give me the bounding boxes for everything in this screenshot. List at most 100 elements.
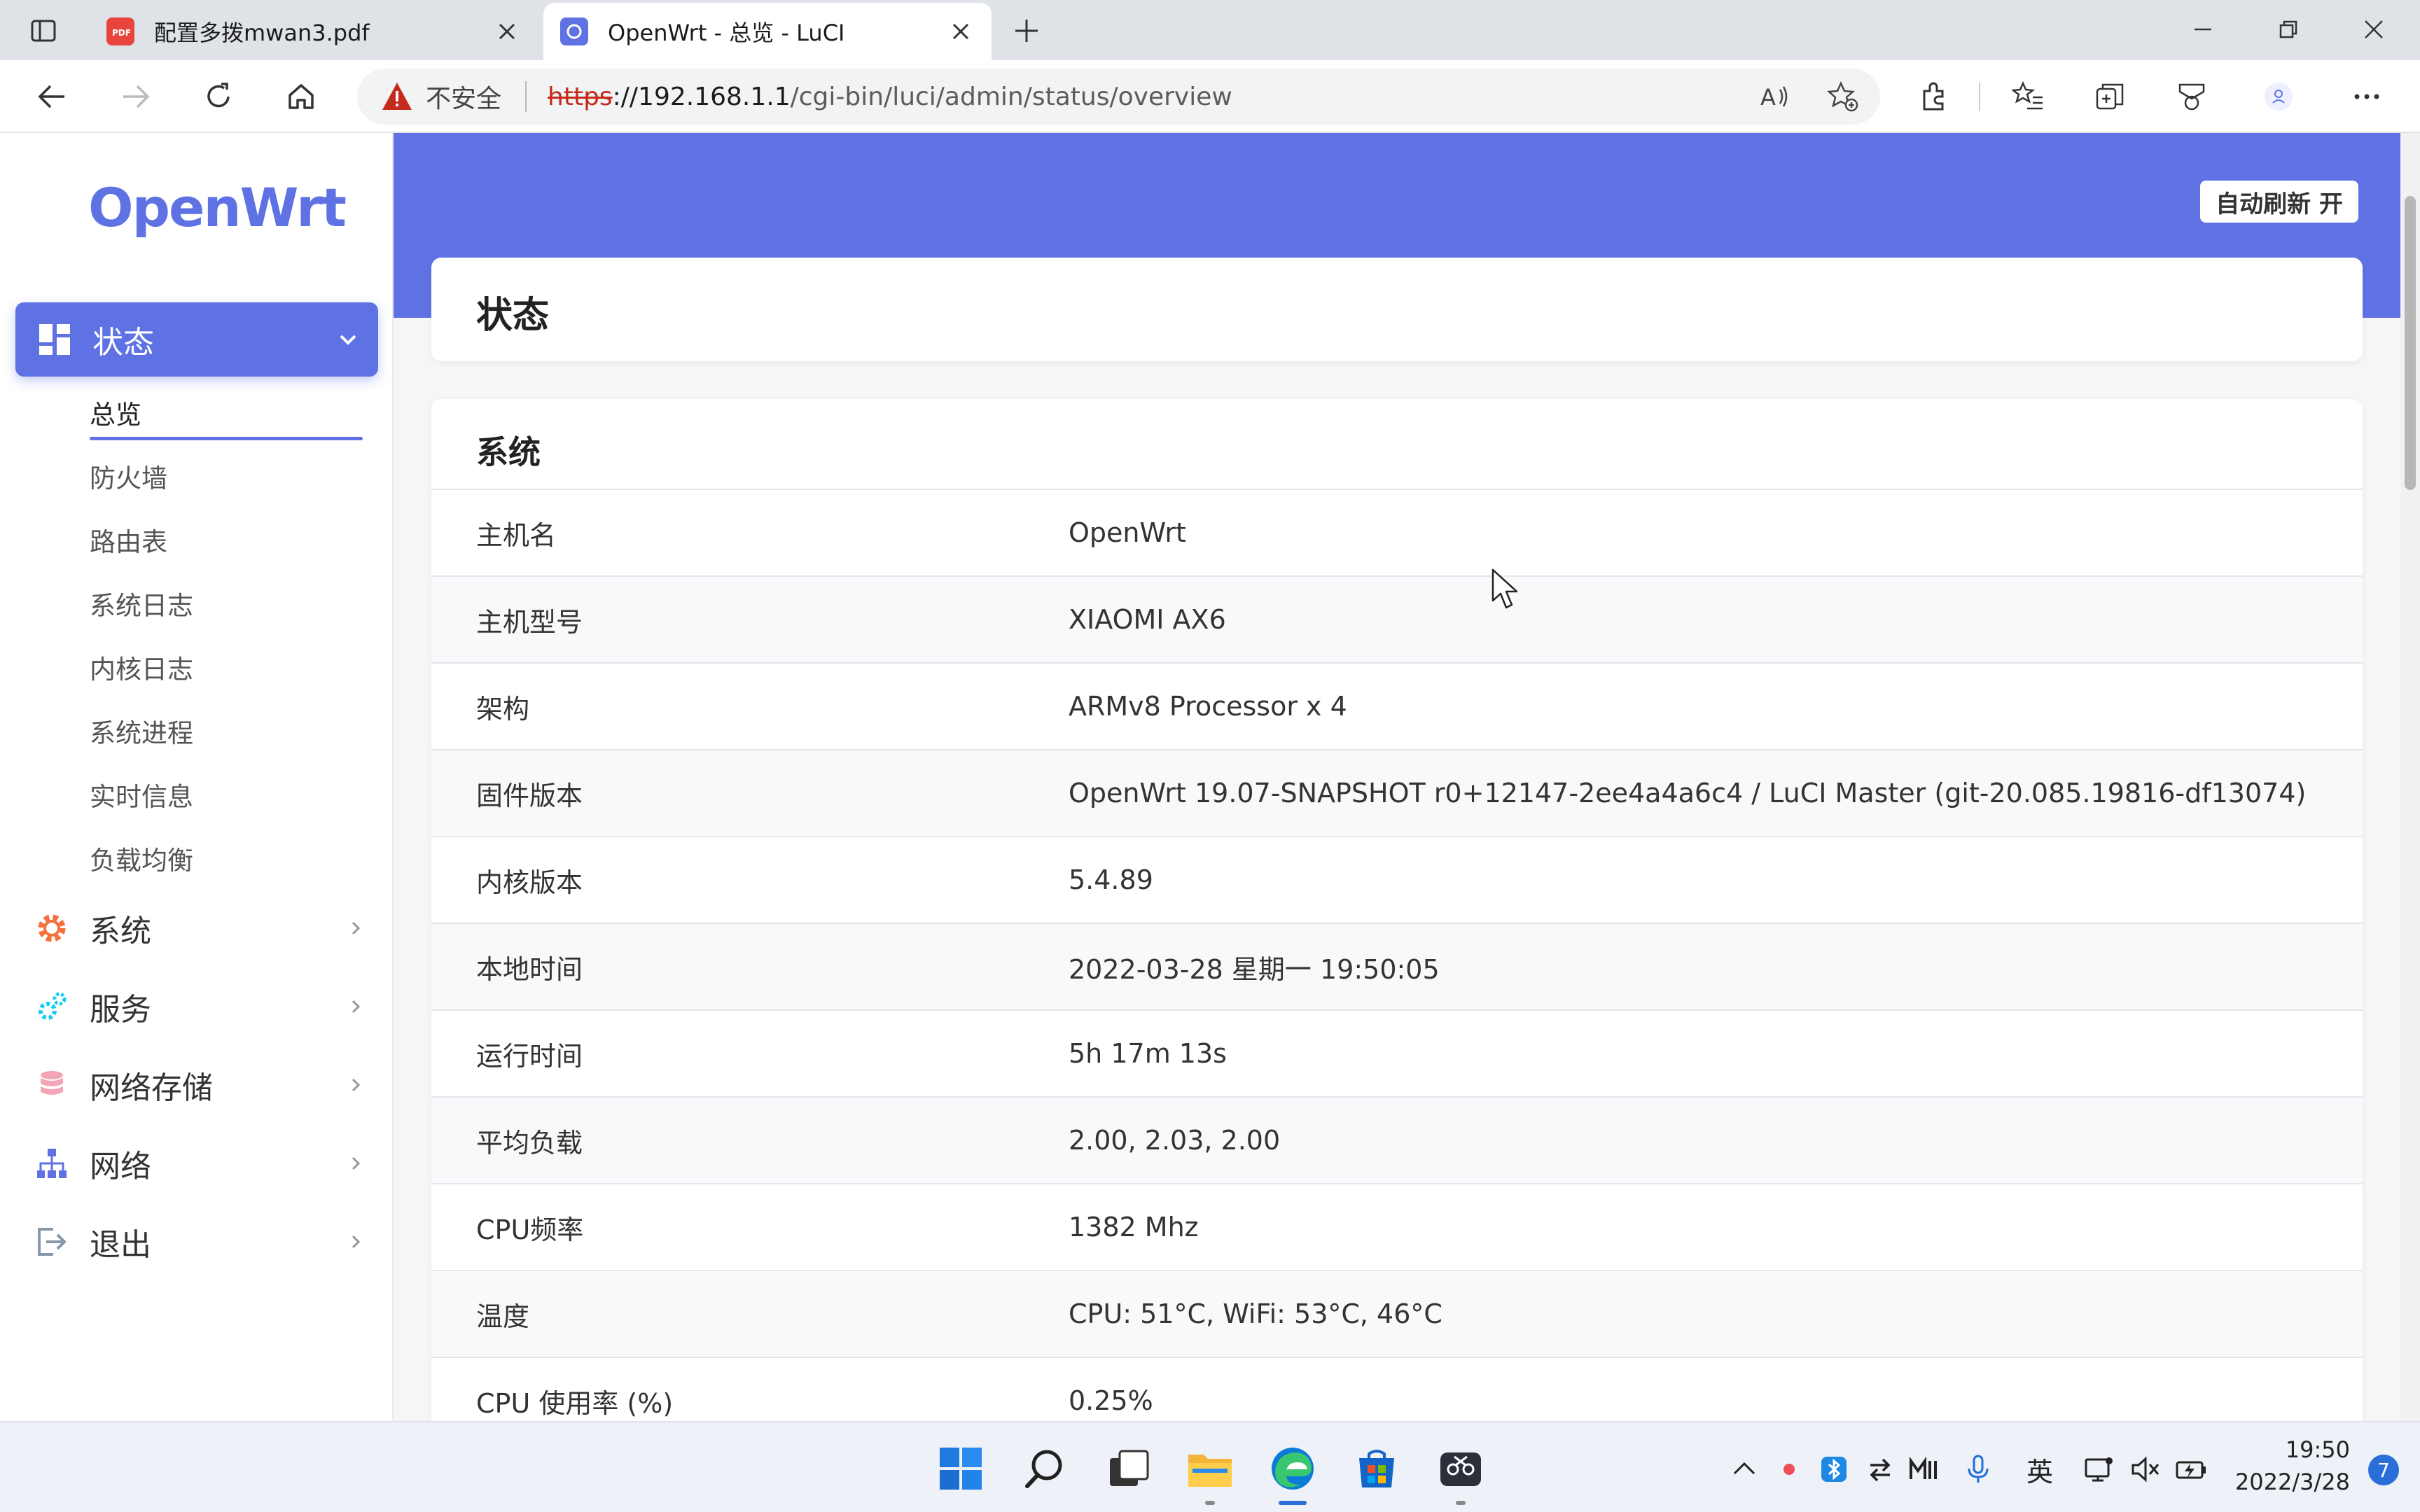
toolbar-divider xyxy=(1979,83,1980,111)
table-row: 架构 ARMv8 Processor x 4 xyxy=(431,662,2363,749)
more-options-icon[interactable] xyxy=(2346,76,2388,118)
collections-icon[interactable] xyxy=(2089,76,2132,118)
extensions-icon[interactable] xyxy=(1913,76,1955,118)
volume-muted-icon[interactable] xyxy=(2127,1452,2162,1487)
bluetooth-icon[interactable] xyxy=(1816,1452,1851,1487)
profile-avatar-icon[interactable] xyxy=(2258,76,2300,118)
window-close-icon[interactable] xyxy=(2339,8,2409,50)
svg-text:A: A xyxy=(1760,84,1776,111)
submenu-load-balancing[interactable]: 负载均衡 xyxy=(90,839,193,877)
minimize-icon[interactable] xyxy=(2168,8,2238,50)
sidebar: OpenWrt 状态 总览 防火墙 路由表 系统日志 内核日志 系统进程 实时信… xyxy=(0,133,394,1421)
notification-badge[interactable]: 7 xyxy=(2368,1455,2399,1485)
new-tab-icon[interactable] xyxy=(1006,10,1048,52)
tab-actions-icon[interactable] xyxy=(22,10,64,52)
active-indicator xyxy=(90,437,363,440)
table-row: 温度 CPU: 51°C, WiFi: 53°C, 46°C xyxy=(431,1270,2363,1357)
database-icon xyxy=(41,1071,63,1095)
system-table: 主机名 OpenWrt 主机型号 XIAOMI AX6 架构 ARMv8 Proces… xyxy=(431,489,2363,1421)
table-row: 主机名 OpenWrt xyxy=(431,489,2363,575)
system-clock[interactable]: 19:50 2022/3/28 xyxy=(2235,1436,2350,1495)
row-value: XIAOMI AX6 xyxy=(1069,604,1226,635)
openwrt-logo[interactable]: OpenWrt xyxy=(88,176,347,239)
submenu-overview[interactable]: 总览 xyxy=(90,393,141,431)
mouse-cursor-icon xyxy=(1491,568,1518,609)
windows-start-icon[interactable] xyxy=(934,1442,987,1495)
sidebar-menu-nas[interactable]: 网络存储 xyxy=(35,1057,364,1113)
sidebar-menu-network[interactable]: 网络 xyxy=(35,1135,364,1191)
submenu-realtime[interactable]: 实时信息 xyxy=(90,776,193,813)
running-indicator xyxy=(1456,1501,1466,1505)
table-row: CPU频率 1382 Mhz xyxy=(431,1183,2363,1270)
close-icon[interactable] xyxy=(947,18,975,46)
submenu-processes[interactable]: 系统进程 xyxy=(90,712,193,750)
dashboard-icon xyxy=(39,324,70,355)
table-row: CPU 使用率 (%) 0.25% xyxy=(431,1357,2363,1421)
sidebar-menu-services[interactable]: 服务 xyxy=(35,979,364,1035)
submenu-kernel-log[interactable]: 内核日志 xyxy=(90,648,193,686)
row-key: 主机名 xyxy=(476,519,557,551)
home-icon[interactable] xyxy=(280,76,322,118)
submenu-firewall[interactable]: 防火墙 xyxy=(90,457,167,495)
address-bar[interactable]: 不安全 https://192.168.1.1/cgi-bin/luci/adm… xyxy=(357,69,1880,125)
forward-icon[interactable] xyxy=(115,76,157,118)
row-key: 主机型号 xyxy=(476,606,583,638)
restore-icon[interactable] xyxy=(2253,8,2323,50)
row-key: CPU频率 xyxy=(476,1214,584,1245)
chevron-right-icon xyxy=(352,1000,361,1014)
sidebar-menu-system[interactable]: 系统 xyxy=(35,900,364,956)
row-key: 架构 xyxy=(476,693,530,724)
scrollbar-thumb[interactable] xyxy=(2405,196,2416,490)
row-value: 1382 Mhz xyxy=(1069,1212,1199,1242)
battery-charging-icon[interactable] xyxy=(2174,1452,2209,1487)
tab-openwrt[interactable]: OpenWrt - 总览 - LuCI xyxy=(543,3,992,60)
microsoft-store-icon[interactable] xyxy=(1350,1442,1403,1495)
microphone-icon[interactable] xyxy=(1961,1452,1996,1487)
url-text: https://192.168.1.1/cgi-bin/luci/admin/s… xyxy=(548,83,1232,111)
search-icon[interactable] xyxy=(1018,1442,1071,1495)
add-favorite-icon[interactable] xyxy=(1822,76,1864,118)
file-explorer-icon[interactable] xyxy=(1183,1442,1237,1495)
task-view-icon[interactable] xyxy=(1102,1442,1155,1495)
autorefresh-button[interactable]: 自动刷新 开 xyxy=(2200,181,2358,223)
favorites-icon[interactable] xyxy=(2007,76,2049,118)
rewards-icon[interactable] xyxy=(2171,76,2213,118)
row-value: 5.4.89 xyxy=(1069,864,1153,895)
read-aloud-icon[interactable]: A xyxy=(1753,76,1795,118)
clock-date: 2022/3/28 xyxy=(2234,1469,2350,1495)
row-value: OpenWrt xyxy=(1069,517,1186,548)
windows-taskbar: 英 19:50 2022/3/28 7 xyxy=(0,1421,2420,1512)
tab-pdf[interactable]: PDF 配置多拨mwan3.pdf xyxy=(90,3,538,60)
row-value: 2.00, 2.03, 2.00 xyxy=(1069,1125,1281,1156)
refresh-icon[interactable] xyxy=(197,76,239,118)
menu-label: 网络存储 xyxy=(90,1070,213,1106)
running-indicator xyxy=(1205,1501,1215,1505)
close-icon[interactable] xyxy=(493,18,521,46)
url-path: /cgi-bin/luci/admin/status/overview xyxy=(790,82,1232,111)
sitemap-icon xyxy=(37,1149,67,1178)
network-transfer-icon[interactable] xyxy=(1863,1452,1898,1487)
pdf-icon: PDF xyxy=(106,18,134,46)
row-key: 温度 xyxy=(476,1301,530,1332)
address-toolbar: 不安全 https://192.168.1.1/cgi-bin/luci/adm… xyxy=(0,60,2420,133)
submenu-syslog[interactable]: 系统日志 xyxy=(90,584,193,622)
show-hidden-icons-chevron-up-icon[interactable] xyxy=(1727,1452,1762,1487)
submenu-routes[interactable]: 路由表 xyxy=(90,521,167,559)
page-scrollbar[interactable] xyxy=(2400,133,2420,1421)
menu-label: 退出 xyxy=(90,1227,151,1263)
input-method-indicator[interactable]: 英 xyxy=(2022,1452,2057,1488)
back-icon[interactable] xyxy=(31,76,73,118)
row-key: 平均负载 xyxy=(476,1127,583,1158)
snipping-tool-icon[interactable] xyxy=(1434,1442,1487,1495)
table-row: 平均负载 2.00, 2.03, 2.00 xyxy=(431,1096,2363,1183)
sidebar-menu-logout[interactable]: 退出 xyxy=(35,1214,364,1270)
sidebar-menu-status[interactable]: 状态 xyxy=(15,302,378,377)
divider xyxy=(525,81,527,112)
recording-dot-icon[interactable] xyxy=(1772,1452,1807,1487)
app-tray-icon[interactable] xyxy=(1906,1452,1941,1487)
row-key: 内核版本 xyxy=(476,867,583,898)
edge-browser-icon[interactable] xyxy=(1266,1442,1319,1495)
section-title: 系统 xyxy=(476,433,541,471)
page-title: 状态 xyxy=(476,295,550,337)
display-icon[interactable] xyxy=(2081,1452,2116,1487)
